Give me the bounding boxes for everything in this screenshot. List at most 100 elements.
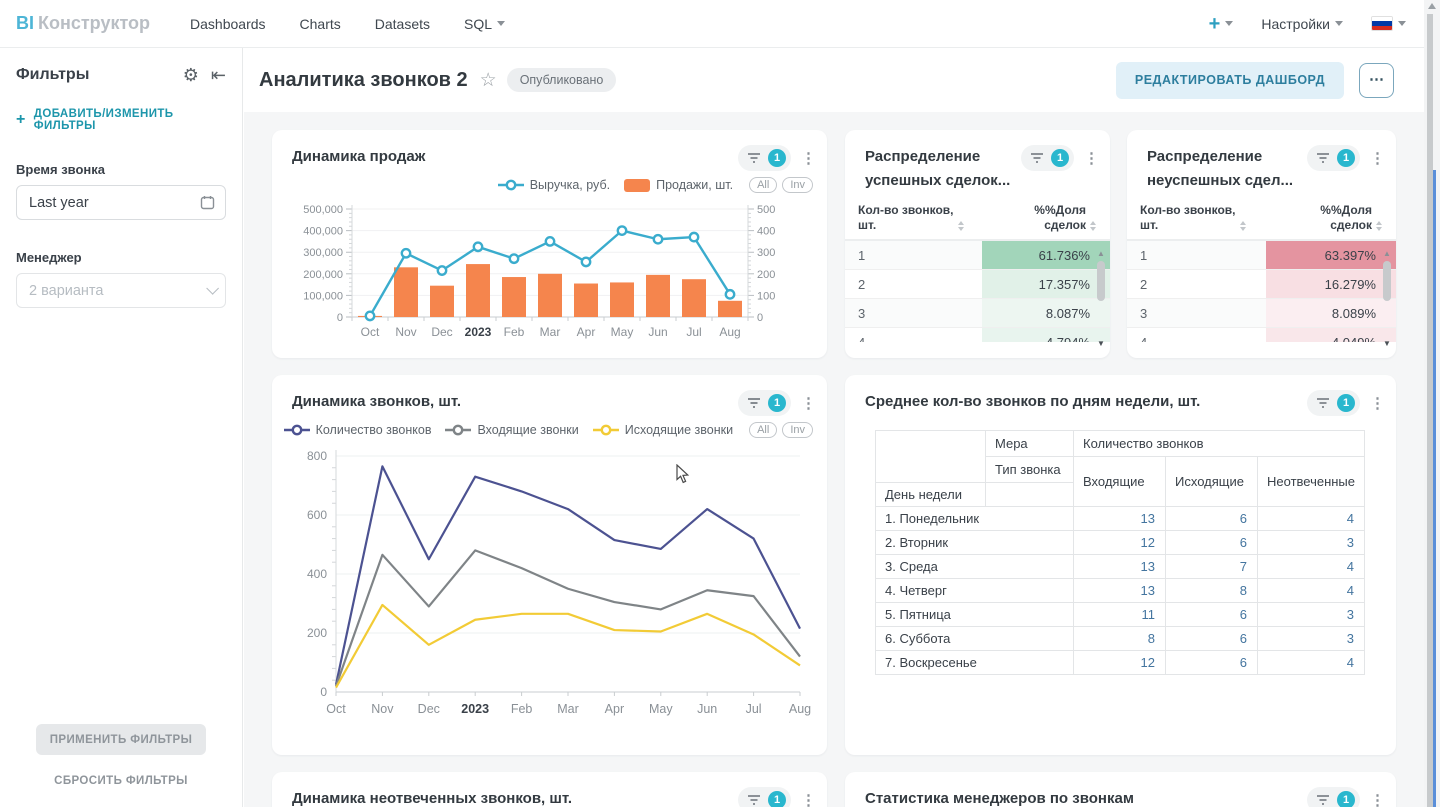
value-cell: 13 [1074, 555, 1166, 579]
legend-item[interactable]: Количество звонков [284, 423, 432, 437]
legend-item[interactable]: Входящие звонки [445, 423, 578, 437]
svg-text:May: May [649, 702, 673, 716]
sort-icon[interactable] [1090, 221, 1096, 231]
filter-icon [1030, 152, 1044, 164]
calls-line-chart[interactable]: 0200400600800OctNovDec2023FebMarAprMayJu… [280, 442, 819, 734]
kebab-menu-icon[interactable]: ⋮ [1370, 152, 1382, 165]
card-title: Динамика звонков, шт. [292, 390, 738, 414]
manager-filter-select[interactable]: 2 варианта [16, 273, 226, 308]
chart-filter-button[interactable]: 1 [1307, 145, 1360, 171]
line-marker-icon [445, 424, 471, 436]
filter-count-badge: 1 [1051, 149, 1069, 167]
pivot-column-header[interactable]: Неотвеченные [1258, 457, 1365, 507]
scrollbar-thumb[interactable] [1433, 170, 1436, 807]
chart-filter-button[interactable]: 1 [1307, 390, 1360, 416]
apply-filters-button[interactable]: ПРИМЕНИТЬ ФИЛЬТРЫ [36, 724, 206, 755]
logo-bi: BI [16, 13, 34, 33]
column-header[interactable]: %%Долясделок [1269, 203, 1396, 233]
pivot-column-header[interactable]: Исходящие [1166, 457, 1258, 507]
favorite-star-icon[interactable]: ☆ [480, 69, 497, 92]
collapse-sidebar-icon[interactable]: ⇤ [211, 66, 226, 84]
scroll-up-arrow-icon[interactable] [1428, 3, 1436, 9]
card-missed-calls-dynamics: Динамика неотвеченных звонков, шт. 1 ⋮ [272, 772, 827, 807]
chevron-down-icon [1398, 21, 1406, 26]
pivot-column-header[interactable]: Входящие [1074, 457, 1166, 507]
nav-item-datasets[interactable]: Datasets [375, 16, 430, 32]
kebab-menu-icon[interactable]: ⋮ [1370, 397, 1382, 410]
chart-filter-button[interactable]: 1 [738, 145, 791, 171]
call-type-label-cell: Тип звонка [986, 457, 1074, 483]
chart-filter-button[interactable]: 1 [1307, 787, 1360, 807]
scroll-up-arrow-icon[interactable]: ▲ [1097, 249, 1105, 259]
nav-item-sql[interactable]: SQL [464, 16, 505, 32]
settings-menu-button[interactable]: Настройки [1261, 16, 1343, 32]
line-marker-icon [284, 424, 310, 436]
weekday-cell: 2. Вторник [876, 531, 1074, 555]
sales-combo-chart[interactable]: 0100,000200,000300,000400,000500,0000100… [280, 197, 819, 355]
kebab-menu-icon[interactable]: ⋮ [801, 152, 813, 165]
pivot-data-row: 4. Четверг1384 [876, 579, 1365, 603]
legend-pill-all[interactable]: All [749, 177, 777, 193]
kebab-menu-icon[interactable]: ⋮ [1370, 794, 1382, 807]
table-row: 161.736% [845, 241, 1110, 270]
table-row: 38.089% [1127, 299, 1396, 328]
value-cell: 6 [1166, 651, 1258, 675]
chart-filter-button[interactable]: 1 [738, 787, 791, 807]
column-header[interactable]: Кол-во звонков,шт. [1127, 203, 1269, 233]
time-filter-input[interactable]: Last year [16, 185, 226, 220]
scrollbar-thumb[interactable] [1383, 261, 1391, 301]
filter-icon [1316, 794, 1330, 806]
language-menu-button[interactable] [1371, 16, 1406, 31]
add-edit-filters-button[interactable]: + ДОБАВИТЬ/ИЗМЕНИТЬ ФИЛЬТРЫ [16, 108, 226, 132]
table-row: 38.087% [845, 299, 1110, 328]
sort-icon[interactable] [1240, 221, 1246, 231]
svg-text:Jun: Jun [697, 702, 717, 716]
chevron-down-icon [1225, 21, 1233, 26]
settings-label: Настройки [1261, 16, 1330, 32]
value-cell: 11 [1074, 603, 1166, 627]
dashboard-content: Динамика продаж 1 ⋮ Выручка, руб.Продажи… [244, 112, 1424, 807]
scroll-down-arrow-icon[interactable]: ▼ [1097, 339, 1105, 349]
sort-icon[interactable] [1376, 221, 1382, 231]
column-header[interactable]: %%Долясделок [985, 203, 1110, 233]
card-title: Динамика неотвеченных звонков, шт. [292, 787, 738, 807]
value-cell: 4 [1258, 507, 1365, 531]
column-header[interactable]: Кол-во звонков,шт. [845, 203, 985, 233]
kebab-menu-icon[interactable]: ⋮ [801, 397, 813, 410]
edit-dashboard-button[interactable]: РЕДАКТИРОВАТЬ ДАШБОРД [1116, 62, 1344, 99]
table-scrollbar[interactable]: ▲▼ [1381, 249, 1393, 349]
app-logo[interactable]: BIКонструктор [16, 13, 150, 34]
chart-filter-button[interactable]: 1 [1021, 145, 1074, 171]
legend-item[interactable]: Продажи, шт. [624, 178, 733, 192]
svg-text:300: 300 [757, 247, 775, 259]
add-menu-button[interactable]: + [1209, 14, 1234, 34]
legend-item[interactable]: Выручка, руб. [498, 178, 610, 192]
nav-item-dashboards[interactable]: Dashboards [190, 16, 266, 32]
table-row: 163.397% [1127, 241, 1396, 270]
table-scrollbar[interactable]: ▲▼ [1095, 249, 1107, 349]
scrollbar-thumb[interactable] [1097, 261, 1105, 301]
kebab-menu-icon[interactable]: ⋮ [801, 794, 813, 807]
scroll-down-arrow-icon[interactable]: ▼ [1383, 339, 1391, 349]
time-filter-value: Last year [29, 195, 200, 211]
reset-filters-button[interactable]: СБРОСИТЬ ФИЛЬТРЫ [0, 775, 242, 787]
kebab-menu-icon[interactable]: ⋮ [1084, 152, 1096, 165]
legend-item[interactable]: Исходящие звонки [593, 423, 733, 437]
chart-legend: Выручка, руб. Продажи, шт. All Inv [272, 171, 827, 193]
chart-filter-button[interactable]: 1 [738, 390, 791, 416]
nav-item-charts[interactable]: Charts [300, 16, 341, 32]
sort-icon[interactable] [958, 221, 964, 231]
page-scrollbar[interactable] [1424, 0, 1440, 807]
legend-pill-inv[interactable]: Inv [782, 422, 813, 438]
scroll-up-arrow-icon[interactable]: ▲ [1383, 249, 1391, 259]
pivot-data-row: 7. Воскресенье1264 [876, 651, 1365, 675]
legend-pill-inv[interactable]: Inv [782, 177, 813, 193]
gear-icon[interactable]: ⚙ [183, 66, 199, 84]
filter-count-badge: 1 [768, 149, 786, 167]
more-actions-button[interactable]: ⋯ [1359, 63, 1394, 98]
svg-text:2023: 2023 [465, 325, 492, 339]
card-avg-calls-by-weekday: Среднее кол-во звонков по дням недели, ш… [845, 375, 1396, 755]
value-cell: 3 [1258, 603, 1365, 627]
calls-count-cell: 2 [845, 270, 982, 298]
legend-pill-all[interactable]: All [749, 422, 777, 438]
